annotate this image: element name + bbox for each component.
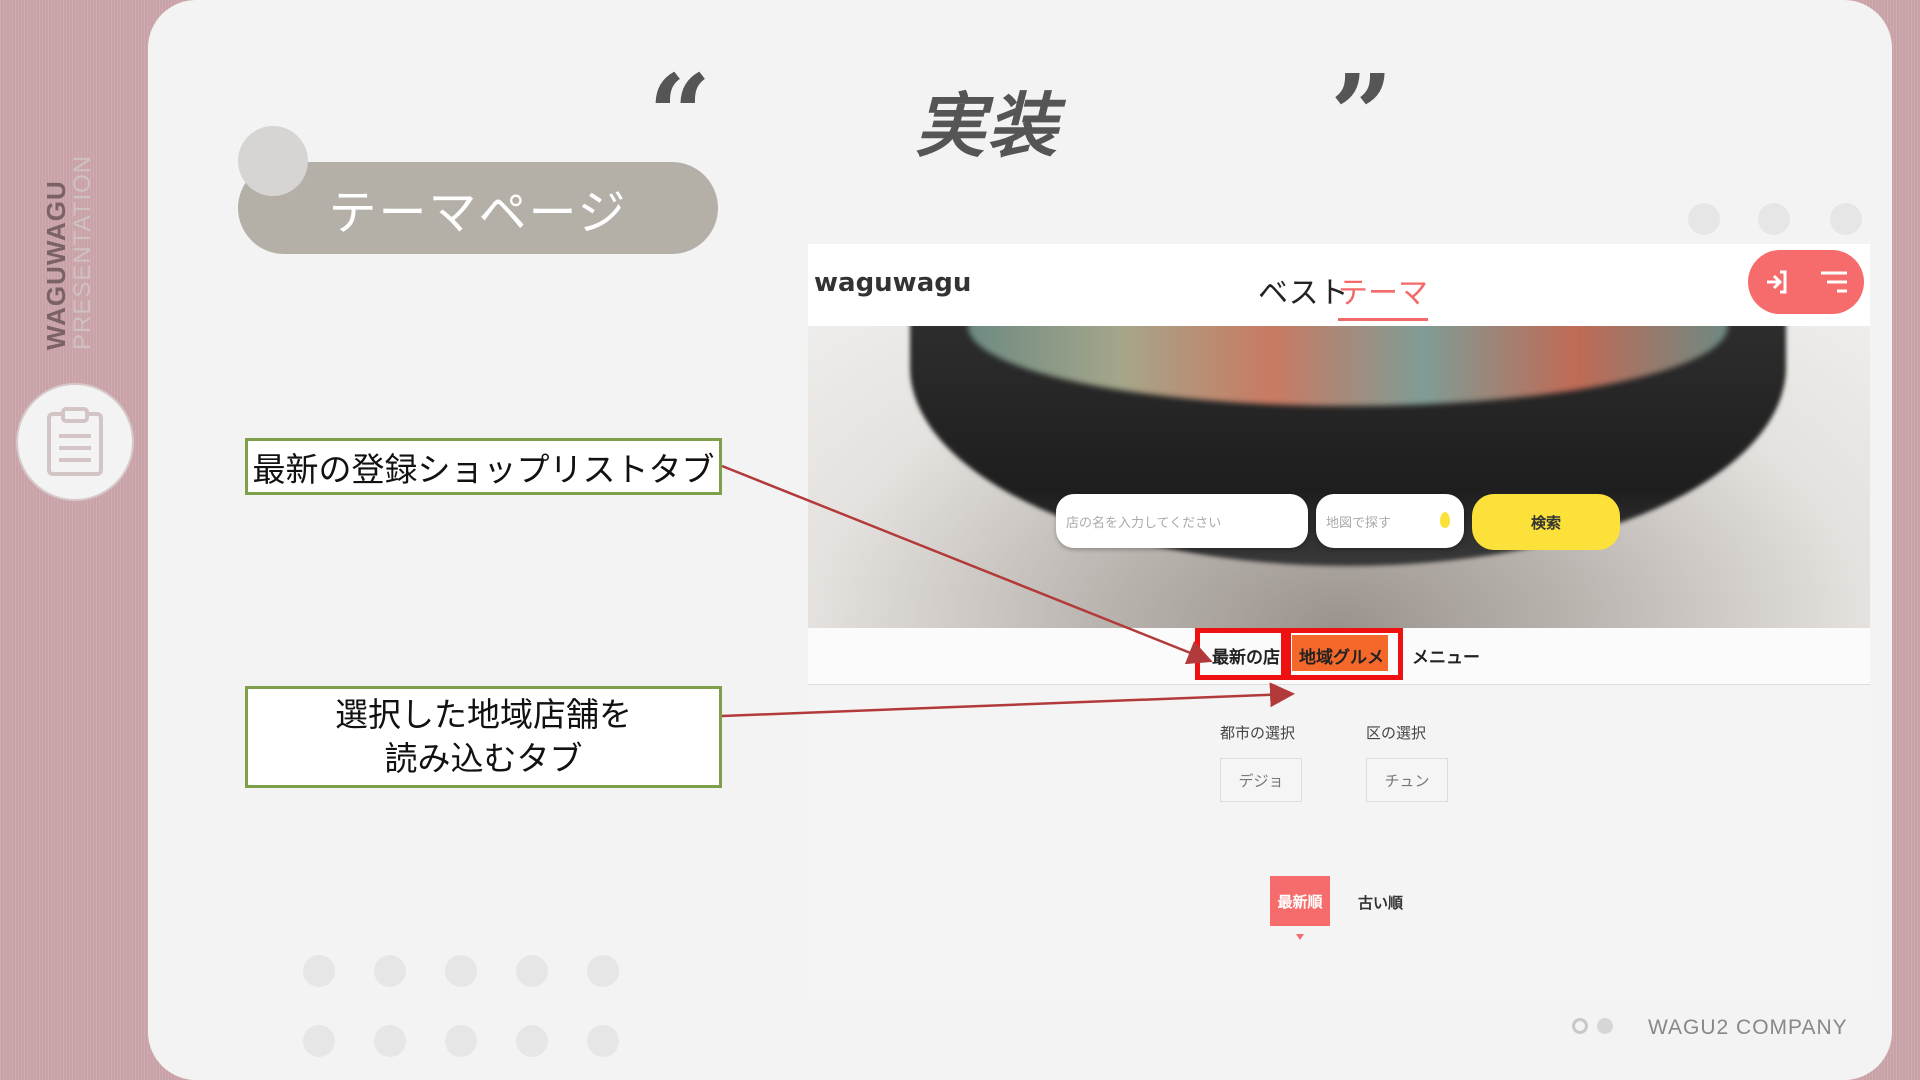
arrow-to-region-tab xyxy=(721,682,1295,718)
arrow-to-newest-tab xyxy=(721,464,1213,665)
footer-dot xyxy=(1572,1018,1588,1034)
footer-company: WAGU2 COMPANY xyxy=(1648,1016,1848,1039)
footer-dot xyxy=(1597,1018,1613,1034)
callout-arrows xyxy=(721,464,1295,718)
